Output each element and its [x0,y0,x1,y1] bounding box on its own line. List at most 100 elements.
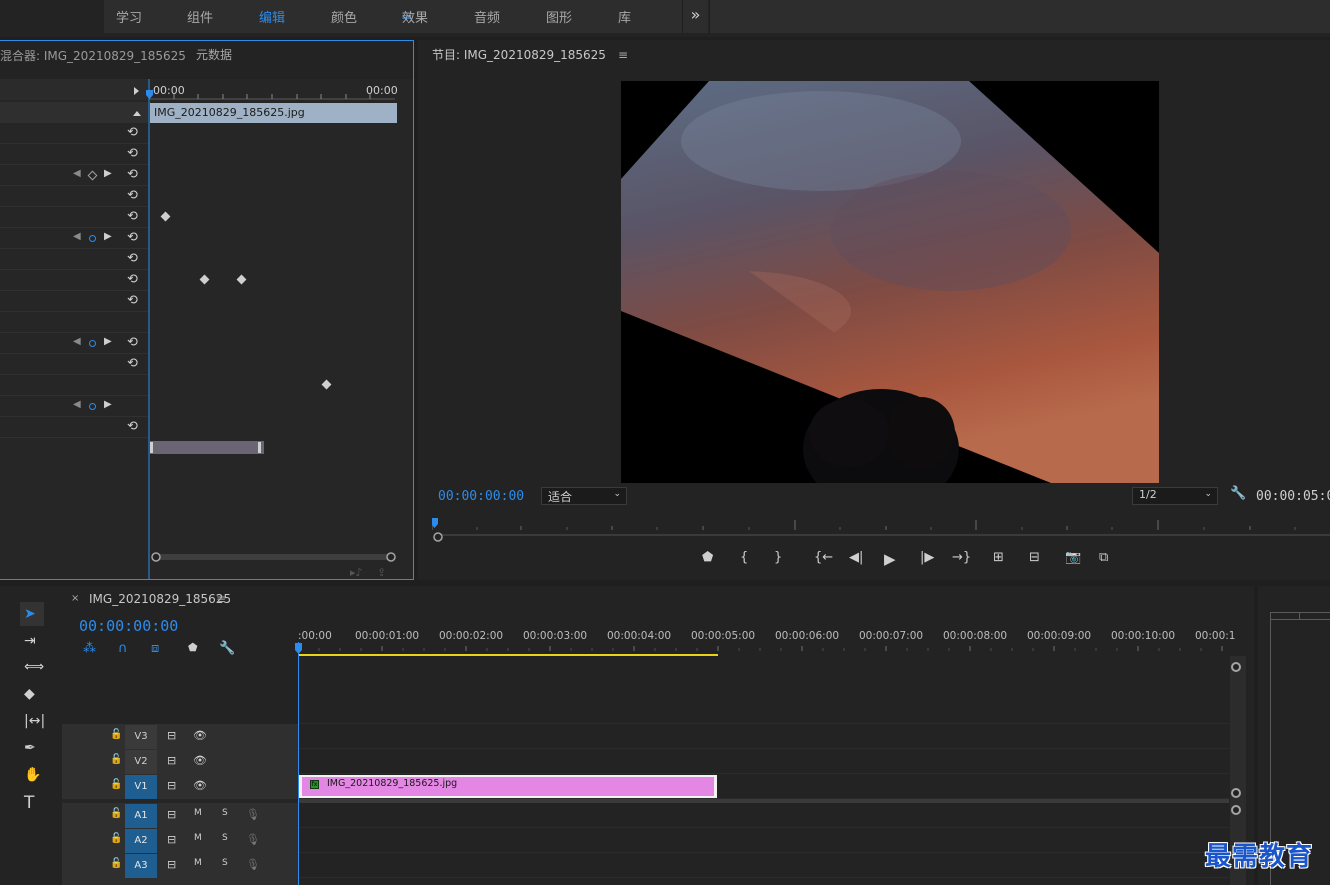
next-keyframe-icon[interactable]: ▶ [104,336,112,347]
tab-assembly[interactable]: 组件 [187,7,213,26]
reset-icon[interactable]: ⟲ [127,356,138,371]
microphone-icon[interactable]: 🎙 [246,808,260,821]
add-marker-icon[interactable]: ⬟ [188,641,198,654]
toggle-keyframe-icon[interactable] [89,235,96,242]
timeline-settings-wrench-icon[interactable]: 🔧 [219,641,235,656]
go-to-out-button[interactable]: →} [952,550,971,565]
slip-tool-icon[interactable]: |↔| [24,713,45,729]
compare-view-button[interactable]: ⧉ [1099,550,1108,565]
track-area-a1[interactable] [299,804,1229,828]
prev-keyframe-icon[interactable]: ◀ [73,168,81,179]
mark-in-button[interactable]: { [740,550,748,565]
mute-button[interactable]: M [194,858,202,868]
sync-lock-icon[interactable]: ⊟ [167,754,176,767]
track-target-v3[interactable]: V3 [125,725,157,749]
prev-keyframe-icon[interactable]: ◀ [73,231,81,242]
sync-lock-icon[interactable]: ⊟ [167,833,176,846]
snap-magnet-icon[interactable]: ∩ [118,641,128,656]
reset-icon[interactable]: ⟲ [127,146,138,161]
toggle-keyframe-icon[interactable] [89,403,96,410]
metadata-tab[interactable]: 元数据 [196,46,232,63]
pen-tool-icon[interactable]: ✒ [24,740,36,756]
program-zoom-handle[interactable] [432,530,446,544]
track-target-v2[interactable]: V2 [125,750,157,774]
zoom-level-select[interactable]: 适合 ⌄ [541,487,627,505]
tab-libraries[interactable]: 库 [618,7,631,26]
linked-selection-icon[interactable]: ⧈ [151,641,159,656]
tab-editing[interactable]: 编辑 [259,7,285,26]
next-keyframe-icon[interactable]: ▶ [104,399,112,410]
solo-button[interactable]: S [222,808,228,818]
add-keyframe-icon[interactable] [87,170,98,181]
program-playhead-timecode[interactable]: 00:00:00:00 [438,489,524,504]
type-tool-icon[interactable]: T [24,793,34,813]
step-back-button[interactable]: ◀| [849,550,863,565]
export-frame-camera-icon[interactable]: 📷 [1065,550,1081,565]
time-ruler[interactable]: :00:00 00:00:01:00 00:00:02:00 00:00:03:… [298,624,1235,656]
solo-button[interactable]: S [222,858,228,868]
step-forward-button[interactable]: |▶ [920,550,934,565]
razor-tool-icon[interactable]: ◆ [24,686,35,702]
playback-resolution-select[interactable]: 1/2 ⌄ [1132,487,1218,505]
sequence-tab[interactable]: IMG_20210829_185625 [89,592,231,606]
tab-color[interactable]: 颜色 [331,7,357,26]
scroll-handle-audio-top[interactable] [1231,805,1241,815]
tab-effects[interactable]: 效果 [402,7,428,26]
timeline-playhead-timecode[interactable]: 00:00:00:00 [79,617,178,635]
lock-icon[interactable]: 🔓 [110,729,122,740]
video-audio-divider[interactable] [299,799,1229,803]
sync-lock-icon[interactable]: ⊟ [167,779,176,792]
program-scrubber[interactable] [432,516,1330,536]
reset-icon[interactable]: ⟲ [127,209,138,224]
selection-tool-icon[interactable]: ➤ [24,606,36,622]
reset-icon[interactable]: ⟲ [127,125,138,140]
track-target-a3[interactable]: A3 [125,854,157,878]
sync-lock-icon[interactable]: ⊟ [167,808,176,821]
eye-icon[interactable]: 👁 [193,779,207,792]
reset-icon[interactable]: ⟲ [127,335,138,350]
hand-tool-icon[interactable]: ✋ [24,767,41,783]
lock-icon[interactable]: 🔓 [110,833,122,844]
scroll-handle-top[interactable] [1231,662,1241,672]
nest-toggle-icon[interactable]: ⁂ [83,641,96,656]
mute-button[interactable]: M [194,808,202,818]
microphone-icon[interactable]: 🎙 [246,858,260,871]
sync-lock-icon[interactable]: ⊟ [167,729,176,742]
scroll-handle-video-bottom[interactable] [1231,788,1241,798]
play-button[interactable]: ▶ [884,550,896,568]
reset-icon[interactable]: ⟲ [127,230,138,245]
reset-icon[interactable]: ⟲ [127,167,138,182]
lock-icon[interactable]: 🔓 [110,779,122,790]
tab-graphics[interactable]: 图形 [546,7,572,26]
next-keyframe-icon[interactable]: ▶ [104,168,112,179]
playhead-head[interactable] [294,642,304,656]
ec-clip-bar[interactable]: IMG_20210829_185625.jpg [150,103,397,123]
lock-icon[interactable]: 🔓 [110,808,122,819]
eye-icon[interactable]: 👁 [193,754,207,767]
go-to-in-button[interactable]: {← [814,550,833,565]
prev-keyframe-icon[interactable]: ◀ [73,336,81,347]
tab-learn[interactable]: 学习 [116,7,142,26]
track-target-v1[interactable]: V1 [125,775,157,799]
track-select-tool-icon[interactable]: ⇥ [24,633,36,649]
sync-lock-icon[interactable]: ⊟ [167,858,176,871]
timeline-playhead[interactable] [298,642,299,885]
track-area-v3[interactable] [299,725,1229,749]
add-marker-button[interactable]: ⬟ [702,550,713,565]
timeline-clip[interactable]: fx IMG_20210829_185625.jpg [299,775,717,798]
toggle-keyframe-icon[interactable] [89,340,96,347]
close-icon[interactable]: × [71,593,79,604]
eye-icon[interactable]: 👁 [193,729,207,742]
mark-out-button[interactable]: } [774,550,782,565]
reset-icon[interactable]: ⟲ [127,419,138,434]
panel-menu-icon[interactable]: ≡ [618,48,628,62]
track-target-a1[interactable]: A1 [125,804,157,828]
reset-icon[interactable]: ⟲ [127,251,138,266]
prev-keyframe-icon[interactable]: ◀ [73,399,81,410]
microphone-icon[interactable]: 🎙 [246,833,260,846]
reset-icon[interactable]: ⟲ [127,293,138,308]
track-area-v2[interactable] [299,750,1229,774]
reset-icon[interactable]: ⟲ [127,188,138,203]
track-area-a2[interactable] [299,829,1229,853]
next-keyframe-icon[interactable]: ▶ [104,231,112,242]
